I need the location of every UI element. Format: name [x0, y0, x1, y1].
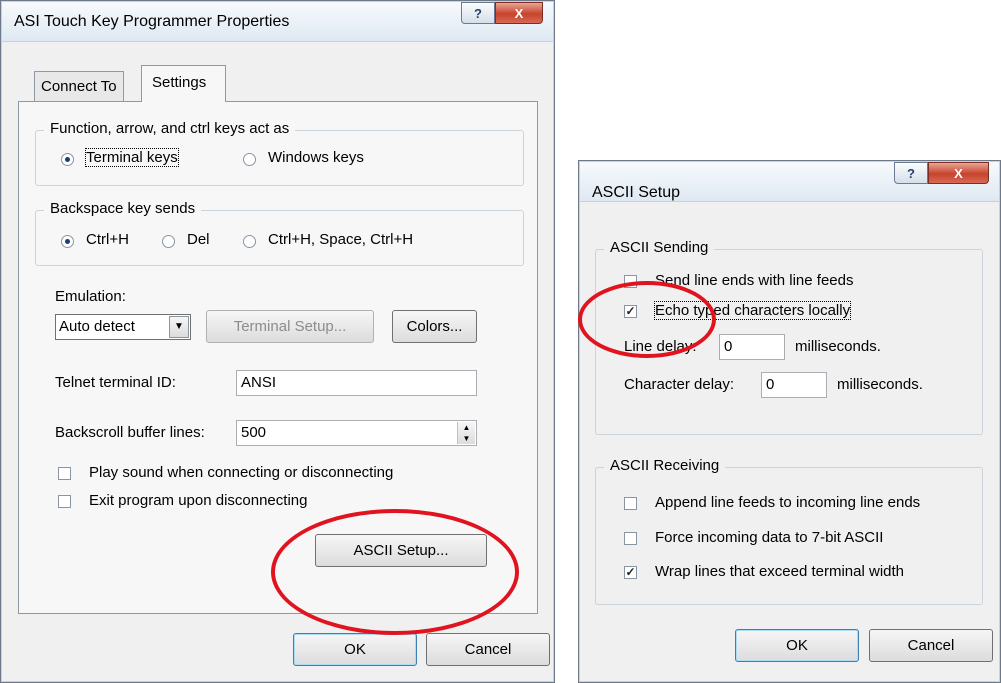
help-icon: ? — [907, 165, 915, 181]
ascii-ok-button[interactable]: OK — [735, 629, 859, 662]
wrap-lines-label[interactable]: Wrap lines that exceed terminal width — [655, 563, 904, 580]
colors-button[interactable]: Colors... — [392, 310, 477, 343]
emulation-value: Auto detect — [59, 318, 135, 335]
wrap-lines-checkbox[interactable]: ✓ — [624, 566, 637, 579]
chevron-down-icon[interactable]: ▼ — [169, 316, 189, 338]
force-7bit-checkbox[interactable] — [624, 532, 637, 545]
line-delay-input[interactable]: 0 — [719, 334, 785, 360]
char-delay-input[interactable]: 0 — [761, 372, 827, 398]
char-delay-unit: milliseconds. — [837, 376, 923, 393]
play-sound-checkbox[interactable] — [58, 467, 71, 480]
ascii-title-bar[interactable]: ASCII Setup ? X — [580, 162, 999, 202]
close-icon: X — [514, 5, 524, 21]
ctrl-h-space-radio[interactable] — [243, 235, 256, 248]
ok-button[interactable]: OK — [293, 633, 417, 666]
highlight-circle-ascii-setup — [271, 509, 519, 635]
ascii-receiving-group: ASCII Receiving Append line feeds to inc… — [595, 457, 983, 605]
dialog-title: ASI Touch Key Programmer Properties — [14, 13, 290, 30]
close-icon: X — [954, 165, 963, 181]
close-button[interactable]: X — [495, 2, 543, 24]
ascii-cancel-button[interactable]: Cancel — [869, 629, 993, 662]
telnet-id-input[interactable]: ANSI — [236, 370, 477, 396]
force-7bit-label[interactable]: Force incoming data to 7-bit ASCII — [655, 529, 883, 546]
ascii-close-button[interactable]: X — [928, 162, 989, 184]
ctrl-h-space-label[interactable]: Ctrl+H, Space, Ctrl+H — [268, 231, 413, 248]
ascii-receiving-legend: ASCII Receiving — [604, 457, 726, 474]
windows-keys-label[interactable]: Windows keys — [268, 149, 364, 166]
terminal-keys-radio[interactable] — [61, 153, 74, 166]
title-bar[interactable]: ASI Touch Key Programmer Properties ? X — [2, 2, 553, 42]
cancel-button[interactable]: Cancel — [426, 633, 550, 666]
backscroll-input[interactable]: 500 ▲ ▼ — [236, 420, 477, 446]
terminal-keys-label[interactable]: Terminal keys — [85, 148, 179, 167]
tab-connect-to[interactable]: Connect To — [34, 71, 124, 101]
windows-keys-radio[interactable] — [243, 153, 256, 166]
ctrl-h-label[interactable]: Ctrl+H — [86, 231, 129, 248]
ctrl-h-radio[interactable] — [61, 235, 74, 248]
backspace-group: Backspace key sends Ctrl+H Del Ctrl+H, S… — [35, 200, 524, 266]
emulation-label: Emulation: — [55, 288, 126, 305]
exit-program-label[interactable]: Exit program upon disconnecting — [89, 492, 307, 509]
backscroll-value: 500 — [241, 424, 267, 441]
append-line-feeds-label[interactable]: Append line feeds to incoming line ends — [655, 494, 920, 511]
ascii-sending-legend: ASCII Sending — [604, 239, 715, 256]
del-label[interactable]: Del — [187, 231, 210, 248]
exit-program-checkbox[interactable] — [58, 495, 71, 508]
function-keys-group: Function, arrow, and ctrl keys act as Te… — [35, 120, 524, 186]
terminal-setup-button[interactable]: Terminal Setup... — [206, 310, 374, 343]
function-keys-legend: Function, arrow, and ctrl keys act as — [44, 120, 296, 137]
emulation-select[interactable]: Auto detect ▼ — [55, 314, 191, 340]
ascii-help-button[interactable]: ? — [894, 162, 928, 184]
char-delay-label: Character delay: — [624, 376, 735, 393]
spinner-icon[interactable]: ▲ ▼ — [457, 422, 475, 444]
backspace-legend: Backspace key sends — [44, 200, 202, 217]
del-radio[interactable] — [162, 235, 175, 248]
backscroll-label: Backscroll buffer lines: — [55, 424, 205, 441]
ascii-setup-dialog: ASCII Setup ? X ASCII Sending Send line … — [578, 160, 1001, 683]
highlight-circle-echo — [578, 281, 716, 358]
append-line-feeds-checkbox[interactable] — [624, 497, 637, 510]
help-button[interactable]: ? — [461, 2, 495, 24]
help-icon: ? — [474, 5, 482, 21]
ascii-dialog-title: ASCII Setup — [592, 184, 681, 201]
tab-settings[interactable]: Settings — [141, 65, 226, 102]
line-delay-unit: milliseconds. — [795, 338, 881, 355]
telnet-id-label: Telnet terminal ID: — [55, 374, 176, 391]
play-sound-label[interactable]: Play sound when connecting or disconnect… — [89, 464, 393, 481]
